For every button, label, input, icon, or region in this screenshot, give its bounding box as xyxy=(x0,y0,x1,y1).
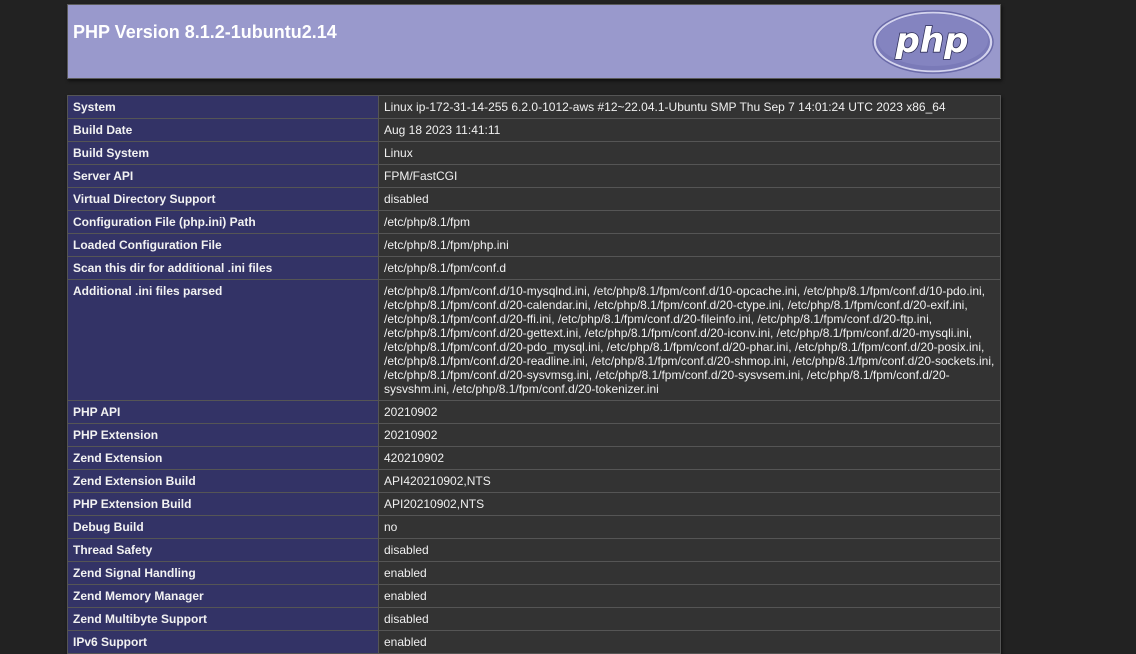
row-value: enabled xyxy=(378,561,1001,585)
row-key: Server API xyxy=(67,164,379,188)
row-key: PHP Extension xyxy=(67,423,379,447)
row-key: Zend Extension xyxy=(67,446,379,470)
table-row: Server API FPM/FastCGI xyxy=(67,164,1001,188)
row-value: /etc/php/8.1/fpm/php.ini xyxy=(378,233,1001,257)
table-row: System Linux ip-172-31-14-255 6.2.0-1012-… xyxy=(67,95,1001,119)
svg-text:php: php xyxy=(895,21,969,61)
row-key: Configuration File (php.ini) Path xyxy=(67,210,379,234)
row-key: Zend Multibyte Support xyxy=(67,607,379,631)
row-key: IPv6 Support xyxy=(67,630,379,654)
row-key: System xyxy=(67,95,379,119)
row-value: FPM/FastCGI xyxy=(378,164,1001,188)
table-row: Build Date Aug 18 2023 11:41:11 xyxy=(67,118,1001,142)
row-key: Scan this dir for additional .ini files xyxy=(67,256,379,280)
php-logo-icon: php xyxy=(872,10,994,74)
row-value: Linux ip-172-31-14-255 6.2.0-1012-aws #1… xyxy=(378,95,1001,119)
row-value: disabled xyxy=(378,538,1001,562)
table-row: PHP API 20210902 xyxy=(67,400,1001,424)
row-key: Thread Safety xyxy=(67,538,379,562)
table-row: Zend Extension 420210902 xyxy=(67,446,1001,470)
row-key: PHP Extension Build xyxy=(67,492,379,516)
row-key: Loaded Configuration File xyxy=(67,233,379,257)
table-row: Zend Memory Manager enabled xyxy=(67,584,1001,608)
table-row: Zend Signal Handling enabled xyxy=(67,561,1001,585)
row-key: Build Date xyxy=(67,118,379,142)
table-row: PHP Extension Build API20210902,NTS xyxy=(67,492,1001,516)
row-value: API20210902,NTS xyxy=(378,492,1001,516)
table-row: Configuration File (php.ini) Path/etc/ph… xyxy=(67,210,1001,234)
table-row: Build System Linux xyxy=(67,141,1001,165)
row-value: /etc/php/8.1/fpm/conf.d xyxy=(378,256,1001,280)
row-key: PHP API xyxy=(67,400,379,424)
table-row: Zend Extension Build API420210902,NTS xyxy=(67,469,1001,493)
row-value: 20210902 xyxy=(378,423,1001,447)
row-value: Aug 18 2023 11:41:11 xyxy=(378,118,1001,142)
table-row: PHP Extension 20210902 xyxy=(67,423,1001,447)
row-key: Zend Signal Handling xyxy=(67,561,379,585)
row-key: Additional .ini files parsed xyxy=(67,279,379,401)
row-value: disabled xyxy=(378,607,1001,631)
row-value: enabled xyxy=(378,630,1001,654)
row-value: /etc/php/8.1/fpm/conf.d/10-mysqlnd.ini, … xyxy=(378,279,1001,401)
table-row: Debug Build no xyxy=(67,515,1001,539)
row-value: 20210902 xyxy=(378,400,1001,424)
row-key: Virtual Directory Support xyxy=(67,187,379,211)
table-row: Virtual Directory Support disabled xyxy=(67,187,1001,211)
row-value: enabled xyxy=(378,584,1001,608)
row-value: 420210902 xyxy=(378,446,1001,470)
table-row: Thread Safety disabled xyxy=(67,538,1001,562)
row-value: API420210902,NTS xyxy=(378,469,1001,493)
phpinfo-page: PHP Version 8.1.2-1ubuntu2.14 php System… xyxy=(67,4,1001,654)
table-row: Loaded Configuration File/etc/php/8.1/fp… xyxy=(67,233,1001,257)
row-value: Linux xyxy=(378,141,1001,165)
row-key: Zend Memory Manager xyxy=(67,584,379,608)
row-value: disabled xyxy=(378,187,1001,211)
row-key: Build System xyxy=(67,141,379,165)
row-value: /etc/php/8.1/fpm xyxy=(378,210,1001,234)
info-table: System Linux ip-172-31-14-255 6.2.0-1012-… xyxy=(67,95,1001,654)
page-title: PHP Version 8.1.2-1ubuntu2.14 xyxy=(73,22,337,42)
row-value: no xyxy=(378,515,1001,539)
row-key: Zend Extension Build xyxy=(67,469,379,493)
table-row: Additional .ini files parsed/etc/php/8.1… xyxy=(67,279,1001,401)
row-key: Debug Build xyxy=(67,515,379,539)
version-header: PHP Version 8.1.2-1ubuntu2.14 php xyxy=(67,4,1001,79)
table-row: IPv6 Support enabled xyxy=(67,630,1001,654)
table-row: Scan this dir for additional .ini files /… xyxy=(67,256,1001,280)
table-row: Zend Multibyte Support disabled xyxy=(67,607,1001,631)
